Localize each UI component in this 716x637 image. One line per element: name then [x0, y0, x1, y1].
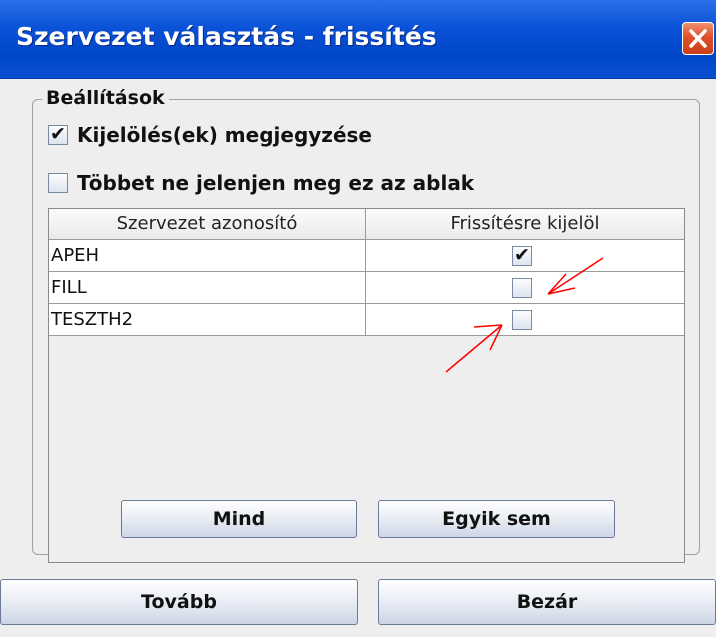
table-row[interactable]: TESZTH2	[49, 304, 684, 336]
close-button[interactable]	[682, 22, 714, 55]
select-cell: ✔	[366, 240, 684, 272]
table-row[interactable]: FILL	[49, 272, 684, 304]
hide-window-label: Többet ne jelenjen meg ez az ablak	[77, 171, 475, 195]
close-dialog-button[interactable]: Bezár	[378, 579, 716, 625]
organization-id-cell: FILL	[49, 272, 366, 304]
column-header-organization-id[interactable]: Szervezet azonosító	[49, 209, 366, 240]
close-icon	[689, 29, 707, 48]
select-cell	[366, 304, 684, 336]
organization-id-cell: APEH	[49, 240, 366, 272]
check-mark-icon: ✔	[514, 244, 530, 266]
remember-selection-checkbox[interactable]: ✔	[48, 123, 68, 145]
next-button[interactable]: Tovább	[0, 579, 358, 625]
remember-selection-checkbox-row[interactable]: ✔ Kijelölés(ek) megjegyzése	[48, 123, 372, 147]
select-all-button[interactable]: Mind	[121, 500, 357, 538]
remember-selection-label: Kijelölés(ek) megjegyzése	[77, 123, 372, 147]
select-none-button[interactable]: Egyik sem	[378, 500, 615, 538]
column-header-select-for-refresh[interactable]: Frissítésre kijelöl	[366, 209, 684, 240]
settings-legend: Beállítások	[42, 87, 169, 109]
organization-id-cell: TESZTH2	[49, 304, 366, 336]
dialog-window: Szervezet választás - frissítés Beállítá…	[0, 0, 716, 637]
row-select-checkbox[interactable]	[512, 310, 532, 330]
table-row[interactable]: APEH ✔	[49, 240, 684, 272]
select-cell	[366, 272, 684, 304]
table-header: Szervezet azonosító Frissítésre kijelöl	[49, 209, 684, 240]
window-title: Szervezet választás - frissítés	[16, 22, 437, 51]
row-select-checkbox[interactable]: ✔	[512, 244, 532, 266]
check-mark-icon: ✔	[50, 123, 66, 145]
hide-window-checkbox[interactable]	[48, 173, 68, 193]
hide-window-checkbox-row[interactable]: Többet ne jelenjen meg ez az ablak	[48, 171, 474, 195]
title-bar: Szervezet választás - frissítés	[0, 0, 716, 79]
dialog-content: Beállítások ✔ Kijelölés(ek) megjegyzése …	[0, 79, 716, 637]
row-select-checkbox[interactable]	[512, 278, 532, 298]
